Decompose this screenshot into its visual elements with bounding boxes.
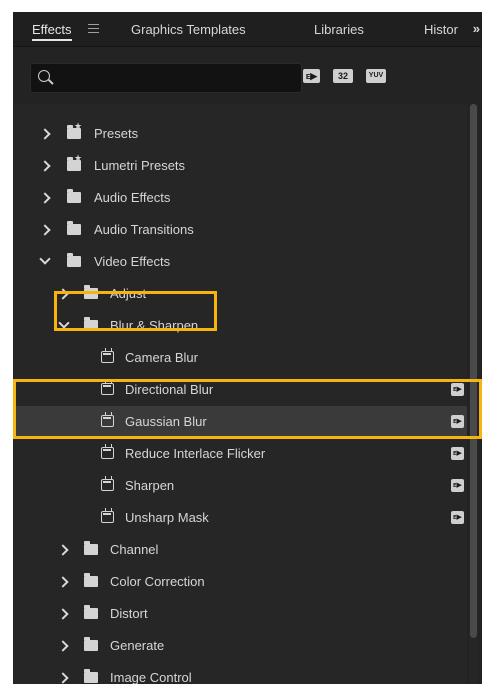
chevron-down-icon[interactable] (58, 317, 70, 329)
chevron-right-icon[interactable] (57, 576, 69, 588)
folder-icon (67, 253, 81, 267)
effects-panel: Effects Graphics Templates Libraries His… (13, 12, 482, 684)
effect-icon (101, 508, 114, 523)
panel-tab-bar: Effects Graphics Templates Libraries His… (13, 12, 482, 47)
tree-item-label: Lumetri Presets (94, 158, 186, 173)
effect-icon (101, 348, 114, 363)
chevron-right-icon[interactable] (57, 640, 69, 652)
tree-item-label: Color Correction (110, 574, 205, 589)
chevron-right-icon[interactable] (39, 192, 51, 204)
screenshot-frame: Effects Graphics Templates Libraries His… (0, 0, 482, 684)
tree-item-video-effects[interactable]: Video Effects (14, 246, 467, 278)
tree-item-label: Video Effects (94, 254, 171, 269)
tree-item-lumetri-presets[interactable]: Lumetri Presets (14, 150, 467, 182)
effect-icon (101, 380, 114, 395)
tree-item-color-correction[interactable]: Color Correction (14, 566, 467, 598)
tree-item-label: Camera Blur (125, 350, 198, 365)
tree-item-label: Audio Transitions (94, 222, 194, 237)
tab-effects-label: Effects (32, 22, 72, 41)
hamburger-menu-icon[interactable] (88, 24, 99, 33)
preset-folder-icon (67, 153, 82, 171)
folder-icon (67, 221, 81, 235)
tree-item-label: Audio Effects (94, 190, 171, 205)
tree-item-audio-transitions[interactable]: Audio Transitions (14, 214, 467, 246)
tree-item-audio-effects[interactable]: Audio Effects (14, 182, 467, 214)
tree-item-blur-sharpen[interactable]: Blur & Sharpen (14, 310, 467, 342)
tree-item-channel[interactable]: Channel (14, 534, 467, 566)
tree-item-presets[interactable]: Presets (14, 118, 467, 150)
tree-item-image-control[interactable]: Image Control (14, 662, 467, 684)
chevron-down-icon[interactable] (39, 253, 51, 265)
accelerated-effect-icon: ᴇ▶ (451, 511, 464, 524)
tab-graphics-templates-label: Graphics Templates (131, 22, 246, 37)
effect-icon (101, 476, 114, 491)
chevron-right-icon[interactable] (39, 160, 51, 172)
tree-item-gaussian-blur[interactable]: Gaussian Blur ᴇ▶ (14, 406, 467, 438)
folder-icon (84, 605, 98, 619)
folder-icon (84, 541, 98, 555)
tree-item-camera-blur[interactable]: Camera Blur (14, 342, 467, 374)
tab-overflow-icon[interactable]: » (473, 12, 480, 46)
folder-icon (67, 189, 81, 203)
32-bit-filter-icon[interactable]: 32 (333, 69, 353, 83)
accelerated-effects-filter-icon[interactable]: ᴇ▶ (303, 69, 320, 83)
tree-item-label: Generate (110, 638, 165, 653)
search-icon (38, 70, 50, 82)
tree-item-distort[interactable]: Distort (14, 598, 467, 630)
effect-icon (101, 412, 114, 427)
tree-item-label: Distort (110, 606, 148, 621)
accelerated-effect-icon: ᴇ▶ (451, 383, 464, 396)
tree-item-label: Gaussian Blur (125, 414, 207, 429)
search-input[interactable] (61, 66, 295, 90)
chevron-right-icon[interactable] (57, 288, 69, 300)
tree-item-generate[interactable]: Generate (14, 630, 467, 662)
search-box[interactable] (30, 63, 302, 93)
folder-icon (84, 573, 98, 587)
effects-tree: Presets Lumetri Presets Audio Effects Au… (14, 104, 467, 684)
effect-icon (101, 444, 114, 459)
chevron-right-icon[interactable] (57, 672, 69, 684)
tree-item-label: Directional Blur (125, 382, 214, 397)
chevron-right-icon[interactable] (57, 544, 69, 556)
tree-item-label: Channel (110, 542, 159, 557)
tree-item-reduce-interlace-flicker[interactable]: Reduce Interlace Flicker ᴇ▶ (14, 438, 467, 470)
chevron-right-icon[interactable] (39, 128, 51, 140)
tree-item-adjust[interactable]: Adjust (14, 278, 467, 310)
tree-item-label: Reduce Interlace Flicker (125, 446, 266, 461)
tree-item-label: Presets (94, 126, 139, 141)
folder-icon (84, 637, 98, 651)
yuv-filter-icon[interactable]: YUV (366, 69, 386, 83)
search-row: ᴇ▶ 32 YUV (13, 47, 482, 103)
chevron-right-icon[interactable] (39, 224, 51, 236)
tab-libraries-label: Libraries (314, 22, 364, 37)
tree-item-label: Sharpen (125, 478, 175, 493)
tab-libraries[interactable]: Libraries (314, 12, 364, 46)
tree-item-label: Blur & Sharpen (110, 318, 199, 333)
preset-folder-icon (67, 121, 82, 139)
tab-graphics-templates[interactable]: Graphics Templates (131, 12, 246, 46)
tree-item-label: Unsharp Mask (125, 510, 209, 525)
folder-icon (84, 285, 98, 299)
tab-effects[interactable]: Effects (32, 12, 72, 46)
accelerated-effect-icon: ᴇ▶ (451, 479, 464, 492)
tree-item-label: Adjust (110, 286, 147, 301)
tree-item-sharpen[interactable]: Sharpen ᴇ▶ (14, 470, 467, 502)
accelerated-effect-icon: ᴇ▶ (451, 447, 464, 460)
tab-history-label: Histor (424, 22, 458, 37)
tab-history[interactable]: Histor (424, 12, 458, 46)
accelerated-effect-icon: ᴇ▶ (451, 415, 464, 428)
tree-item-label: Image Control (110, 670, 192, 684)
tree-scrollbar[interactable] (469, 104, 478, 684)
scrollbar-thumb[interactable] (470, 104, 477, 638)
tree-item-directional-blur[interactable]: Directional Blur ᴇ▶ (14, 374, 467, 406)
folder-icon (84, 669, 98, 683)
folder-icon (84, 317, 98, 331)
tree-item-unsharp-mask[interactable]: Unsharp Mask ᴇ▶ (14, 502, 467, 534)
chevron-right-icon[interactable] (57, 608, 69, 620)
